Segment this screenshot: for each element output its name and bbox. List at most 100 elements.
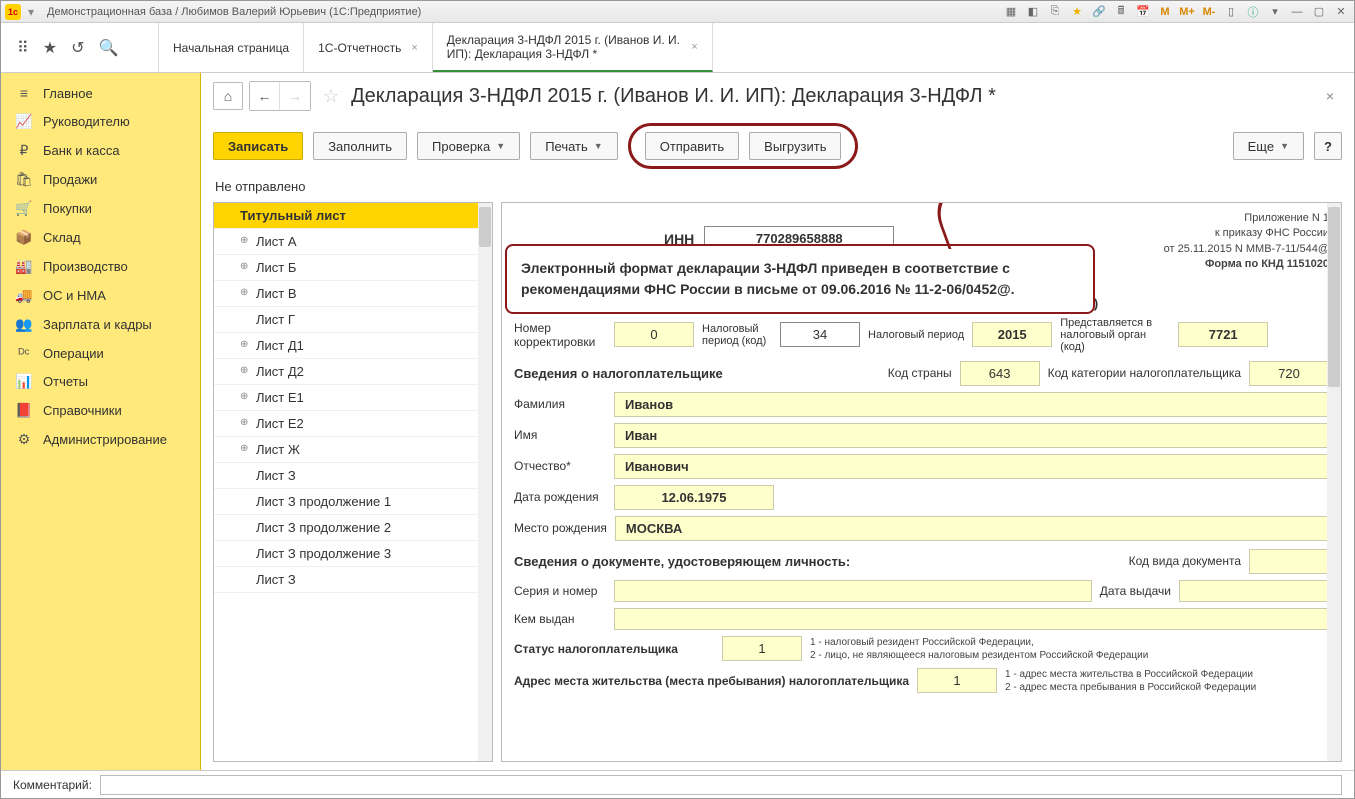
tree-item[interactable]: Лист З продолжение 2 xyxy=(214,515,492,541)
more-button[interactable]: Еще▼ xyxy=(1233,132,1304,160)
sidebar-item[interactable]: ᴰᶜОперации xyxy=(1,339,200,367)
corr-value[interactable]: 0 xyxy=(614,322,694,347)
export-button[interactable]: Выгрузить xyxy=(749,132,841,160)
expand-icon[interactable]: ⊕ xyxy=(240,235,248,246)
tree-label: Лист Д1 xyxy=(256,338,304,353)
country-value[interactable]: 643 xyxy=(960,361,1040,386)
surname-input[interactable]: Иванов xyxy=(614,392,1329,417)
tree-item[interactable]: ⊕Лист Д2 xyxy=(214,359,492,385)
memory-mminus[interactable]: M- xyxy=(1200,4,1218,20)
apps-icon[interactable]: ⠿ xyxy=(17,38,29,58)
expand-icon[interactable]: ⊕ xyxy=(240,365,248,376)
close-icon[interactable]: × xyxy=(691,41,697,53)
search-icon[interactable]: 🔍 xyxy=(98,38,118,58)
sidebar-icon: 📈 xyxy=(15,113,33,130)
scrollbar[interactable] xyxy=(1327,203,1341,761)
info-icon[interactable]: ⓘ xyxy=(1244,4,1262,20)
memory-mplus[interactable]: M+ xyxy=(1178,4,1196,20)
tab-home[interactable]: Начальная страница xyxy=(159,23,304,72)
tb-icon-3[interactable]: ⎘ xyxy=(1046,4,1064,20)
close-doc-icon[interactable]: × xyxy=(1318,84,1342,108)
tree-item[interactable]: ⊕ Лист Д1 xyxy=(214,333,492,359)
sidebar-item[interactable]: 🛍Продажи xyxy=(1,165,200,194)
close-window-icon[interactable]: ✕ xyxy=(1332,4,1350,20)
organ-value[interactable]: 7721 xyxy=(1178,322,1268,347)
tab-reporting[interactable]: 1С-Отчетность× xyxy=(304,23,433,72)
tree-item[interactable]: Лист З продолжение 1 xyxy=(214,489,492,515)
status-value[interactable]: 1 xyxy=(722,636,802,661)
maximize-icon[interactable]: ▢ xyxy=(1310,4,1328,20)
sidebar-item[interactable]: ≡Главное xyxy=(1,79,200,107)
sidebar-item[interactable]: 📊Отчеты xyxy=(1,367,200,396)
category-value[interactable]: 720 xyxy=(1249,361,1329,386)
sidebar-item[interactable]: 🚚ОС и НМА xyxy=(1,281,200,310)
doccode-input[interactable] xyxy=(1249,549,1329,574)
tree-item[interactable]: Лист Г xyxy=(214,307,492,333)
sidebar-item[interactable]: 🏭Производство xyxy=(1,252,200,281)
sidebar-item[interactable]: ₽Банк и касса xyxy=(1,136,200,165)
expand-icon[interactable]: ⊕ xyxy=(240,443,248,454)
tree-item[interactable]: ⊕Лист В xyxy=(214,281,492,307)
minimize-icon[interactable]: — xyxy=(1288,4,1306,20)
check-button[interactable]: Проверка▼ xyxy=(417,132,520,160)
tree-item[interactable]: ⊕Лист Ж xyxy=(214,437,492,463)
send-button[interactable]: Отправить xyxy=(645,132,739,160)
expand-icon[interactable]: ⊕ xyxy=(240,261,248,272)
expand-icon[interactable]: ⊕ xyxy=(240,391,248,402)
tb-icon-2[interactable]: ◧ xyxy=(1024,4,1042,20)
taxyear-value[interactable]: 2015 xyxy=(972,322,1052,347)
tree-label: Титульный лист xyxy=(240,208,346,223)
fill-button[interactable]: Заполнить xyxy=(313,132,407,160)
comment-input[interactable] xyxy=(100,775,1342,795)
expand-icon[interactable]: ⊕ xyxy=(240,287,248,298)
tree-item[interactable]: Лист З продолжение 3 xyxy=(214,541,492,567)
expand-icon[interactable]: ⊕ xyxy=(240,417,248,428)
sidebar-item[interactable]: 👥Зарплата и кадры xyxy=(1,310,200,339)
sidebar-item[interactable]: ⚙Администрирование xyxy=(1,425,200,454)
serial-input[interactable] xyxy=(614,580,1092,602)
pob-input[interactable]: МОСКВА xyxy=(615,516,1329,541)
sidebar-label: Зарплата и кадры xyxy=(43,317,152,332)
sidebar-item[interactable]: 📈Руководителю xyxy=(1,107,200,136)
panel-icon[interactable]: ▯ xyxy=(1222,4,1240,20)
sidebar-item[interactable]: 📕Справочники xyxy=(1,396,200,425)
tree-item[interactable]: ⊕Лист Е1 xyxy=(214,385,492,411)
tree-item[interactable]: ⊕Лист Е2 xyxy=(214,411,492,437)
home-button[interactable]: ⌂ xyxy=(213,82,243,110)
calculator-icon[interactable]: 🖩 xyxy=(1112,4,1130,20)
print-button[interactable]: Печать▼ xyxy=(530,132,618,160)
help-button[interactable]: ? xyxy=(1314,132,1342,160)
history-icon[interactable]: ↺ xyxy=(71,38,84,58)
tree-item[interactable]: Титульный лист xyxy=(214,203,492,229)
scrollbar[interactable] xyxy=(478,203,492,761)
nav-back-icon[interactable]: ▾ xyxy=(23,4,39,20)
dob-input[interactable]: 12.06.1975 xyxy=(614,485,774,510)
tree-label: Лист З продолжение 3 xyxy=(256,546,391,561)
tree-item[interactable]: Лист З xyxy=(214,463,492,489)
patr-input[interactable]: Иванович xyxy=(614,454,1329,479)
addr-value[interactable]: 1 xyxy=(917,668,997,693)
pob-label: Место рождения xyxy=(514,521,607,535)
tree-item[interactable]: Лист З xyxy=(214,567,492,593)
star-outline-icon[interactable]: ☆ xyxy=(323,86,339,107)
write-button[interactable]: Записать xyxy=(213,132,303,160)
issuer-input[interactable] xyxy=(614,608,1329,630)
tree-item[interactable]: ⊕Лист Б xyxy=(214,255,492,281)
dropdown-icon[interactable]: ▾ xyxy=(1266,4,1284,20)
tb-icon-1[interactable]: ▦ xyxy=(1002,4,1020,20)
tree-item[interactable]: ⊕Лист А xyxy=(214,229,492,255)
sheet-tree[interactable]: Титульный лист⊕Лист А⊕Лист Б⊕Лист ВЛист … xyxy=(213,202,493,762)
tb-icon-link[interactable]: 🔗 xyxy=(1090,4,1108,20)
sidebar-item[interactable]: 🛒Покупки xyxy=(1,194,200,223)
tab-declaration[interactable]: Декларация 3-НДФЛ 2015 г. (Иванов И. И. … xyxy=(433,23,713,72)
sidebar-item[interactable]: 📦Склад xyxy=(1,223,200,252)
memory-m[interactable]: M xyxy=(1156,4,1174,20)
issuedate-input[interactable] xyxy=(1179,580,1329,602)
close-icon[interactable]: × xyxy=(411,42,417,54)
back-button[interactable]: ← xyxy=(250,82,280,110)
calendar-icon[interactable]: 📅 xyxy=(1134,4,1152,20)
expand-icon[interactable]: ⊕ xyxy=(240,339,248,350)
favorite-icon[interactable]: ★ xyxy=(1068,4,1086,20)
name-input[interactable]: Иван xyxy=(614,423,1329,448)
star-icon[interactable]: ★ xyxy=(43,38,57,58)
